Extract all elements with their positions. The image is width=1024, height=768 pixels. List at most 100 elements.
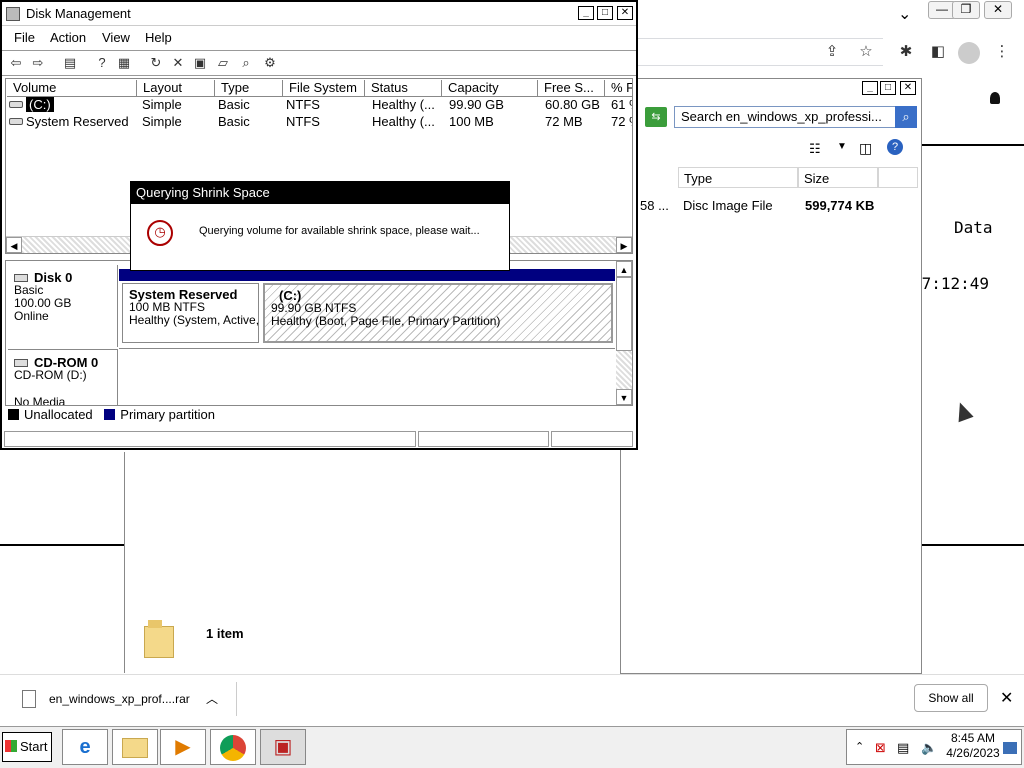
disk0-label[interactable]: Disk 0 Basic 100.00 GB Online: [8, 265, 118, 347]
volume-status: Healthy (...: [372, 97, 435, 112]
cdrom0-label[interactable]: CD-ROM 0 CD-ROM (D:) No Media: [8, 349, 118, 405]
start-button[interactable]: Start: [2, 732, 52, 762]
dm-toolbar: ⇦ ⇨ ▤ ? ▦ ↻ ✕ ▣ ▱ ⌕ ⚙: [2, 50, 636, 76]
partition-c[interactable]: (C:) 99.90 GB NTFS Healthy (Boot, Page F…: [263, 283, 613, 343]
volume-name[interactable]: (C:): [26, 97, 54, 112]
volume-type: Basic: [218, 97, 250, 112]
col-percent-free[interactable]: % Fr: [605, 80, 632, 97]
scroll-up-arrow-icon[interactable]: ▲: [616, 261, 632, 277]
page-divider-left: [0, 544, 124, 546]
delete-icon[interactable]: ✕: [170, 55, 186, 71]
status-cell-1: [4, 431, 416, 447]
bookmark-star-icon[interactable]: ☆: [856, 42, 876, 62]
menu-view[interactable]: View: [102, 30, 130, 45]
extensions-icon[interactable]: ✱: [896, 42, 916, 62]
col-free-space[interactable]: Free S...: [538, 80, 605, 97]
download-filename[interactable]: en_windows_xp_prof....rar: [49, 692, 190, 706]
start-label: Start: [20, 739, 48, 754]
menu-help[interactable]: Help: [145, 30, 172, 45]
scroll-down-arrow-icon[interactable]: ▼: [616, 389, 632, 405]
dm-minimize-button[interactable]: _: [578, 6, 594, 20]
col-filesystem[interactable]: File System: [283, 80, 365, 97]
partition-system-reserved[interactable]: System Reserved 100 MB NTFS Healthy (Sys…: [122, 283, 259, 343]
help-icon[interactable]: ?: [887, 139, 903, 155]
file-size: 599,774 KB: [805, 198, 875, 213]
volume-type: Basic: [218, 114, 250, 129]
legend-swatch-primary: [104, 409, 116, 420]
browser-close-button[interactable]: ✕: [984, 1, 1012, 19]
disk-separator: [119, 348, 615, 349]
explorer-close-button[interactable]: ✕: [900, 81, 916, 95]
disk-view-vscrollbar[interactable]: ▲ ▼: [616, 261, 632, 405]
bulb-icon[interactable]: [990, 92, 1000, 104]
volume-capacity: 99.90 GB: [449, 97, 504, 112]
properties-icon[interactable]: ▣: [192, 55, 208, 71]
partition-status: Healthy (Boot, Page File, Primary Partit…: [271, 314, 501, 328]
taskbar-clock[interactable]: 8:45 AM 4/26/2023: [940, 731, 1006, 761]
col-type[interactable]: Type: [215, 80, 283, 97]
preview-pane-icon[interactable]: ◫: [859, 140, 872, 157]
settings-icon[interactable]: ⚙: [262, 55, 278, 71]
scroll-left-arrow-icon[interactable]: ◀: [6, 237, 22, 253]
search-icon[interactable]: ⌕: [895, 106, 917, 128]
volume-layout: Simple: [142, 97, 182, 112]
forward-arrow-icon[interactable]: ⇨: [30, 55, 46, 71]
view-chevron-icon[interactable]: ▼: [837, 141, 847, 152]
properties-view-icon[interactable]: ▦: [116, 55, 132, 71]
address-bar[interactable]: ⇪ ☆: [625, 38, 883, 66]
media-player-icon[interactable]: ▶: [160, 729, 206, 765]
volume-icon[interactable]: 🔈: [921, 740, 937, 756]
profile-avatar[interactable]: [958, 42, 980, 64]
view-options-icon[interactable]: ☷: [809, 141, 821, 157]
explorer-maximize-button[interactable]: □: [880, 81, 896, 95]
open-folder-icon[interactable]: ▱: [215, 55, 231, 71]
column-header-filler: [878, 167, 918, 188]
col-volume[interactable]: Volume: [7, 80, 137, 97]
file-name-fragment[interactable]: 58 ...: [640, 198, 669, 213]
dm-close-button[interactable]: ✕: [617, 6, 633, 20]
network-icon[interactable]: ⊠: [875, 740, 886, 756]
help-book-icon[interactable]: ?: [94, 55, 110, 71]
disk-graphical-view: Disk 0 Basic 100.00 GB Online System Res…: [5, 260, 633, 406]
download-chevron-icon[interactable]: ︿: [206, 690, 218, 707]
show-hide-tree-icon[interactable]: ▤: [62, 55, 78, 71]
column-header-size[interactable]: Size: [798, 167, 878, 188]
menu-action[interactable]: Action: [50, 30, 86, 45]
status-cell-2: [418, 431, 549, 447]
file-explorer-icon[interactable]: [112, 729, 158, 765]
chrome-icon[interactable]: [210, 729, 256, 765]
menu-file[interactable]: File: [14, 30, 35, 45]
file-icon: [22, 690, 36, 708]
toolbox-icon[interactable]: ▣: [260, 729, 306, 765]
volume-free: 72 MB: [545, 114, 583, 129]
show-all-button[interactable]: Show all: [914, 684, 988, 712]
volume-layout: Simple: [142, 114, 182, 129]
close-download-bar-icon[interactable]: ✕: [1000, 688, 1013, 708]
volume-name[interactable]: System Reserved: [26, 114, 129, 129]
dropdown-chevron-icon[interactable]: ⌄: [898, 4, 911, 24]
action-center-icon[interactable]: ▤: [897, 740, 909, 756]
dm-maximize-button[interactable]: □: [597, 6, 613, 20]
nav-back-icon[interactable]: ⇆: [645, 107, 667, 127]
search-input[interactable]: Search en_windows_xp_professi...: [674, 106, 896, 128]
explorer-minimize-button[interactable]: _: [862, 81, 878, 95]
browser-restore-button[interactable]: ❐: [952, 1, 980, 19]
scroll-right-arrow-icon[interactable]: ▶: [616, 237, 632, 253]
back-arrow-icon[interactable]: ⇦: [8, 55, 24, 71]
search-disk-icon[interactable]: ⌕: [238, 55, 254, 71]
refresh-icon[interactable]: ↻: [148, 55, 164, 71]
share-icon[interactable]: ⇪: [822, 42, 842, 62]
col-layout[interactable]: Layout: [137, 80, 215, 97]
internet-explorer-icon[interactable]: e: [62, 729, 108, 765]
menu-kebab-icon[interactable]: ⋮: [992, 42, 1012, 62]
clock-time: 8:45 AM: [950, 731, 996, 745]
column-header-type[interactable]: Type: [678, 167, 798, 188]
col-status[interactable]: Status: [365, 80, 442, 97]
scroll-thumb[interactable]: [616, 277, 632, 351]
mouse-cursor: [952, 399, 974, 423]
side-panel-icon[interactable]: ◧: [928, 42, 948, 62]
dialog-title: Querying Shrink Space: [131, 182, 509, 204]
cdrom-icon: [14, 359, 28, 367]
col-capacity[interactable]: Capacity: [442, 80, 538, 97]
tray-expand-icon[interactable]: ⌃: [855, 740, 864, 753]
